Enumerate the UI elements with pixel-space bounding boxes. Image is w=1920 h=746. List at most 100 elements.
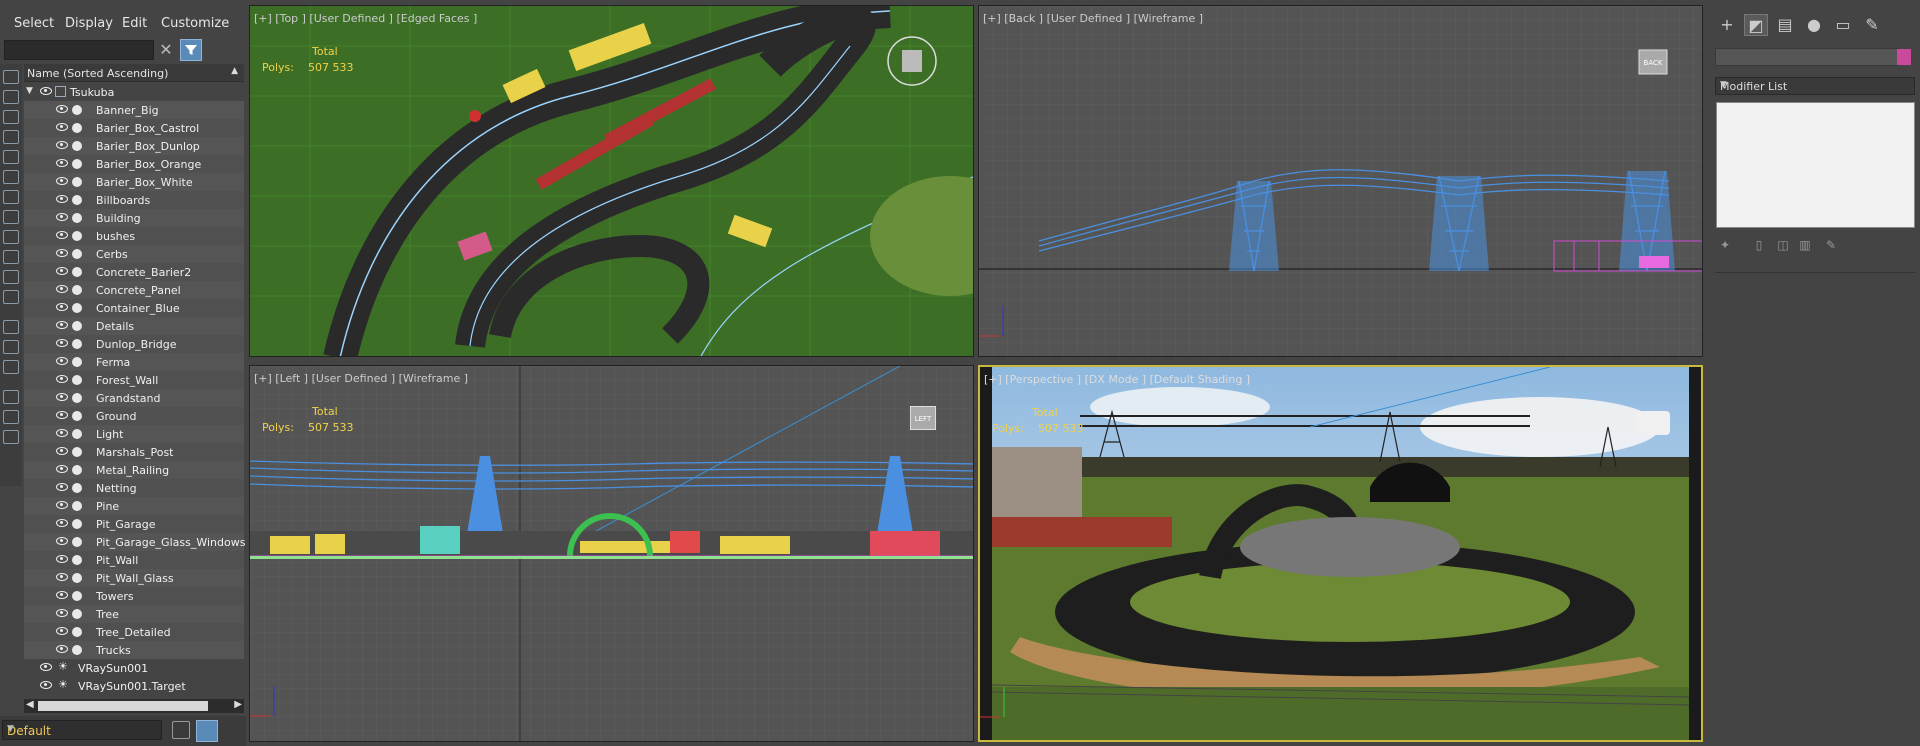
list-item[interactable]: Dunlop_Bridge xyxy=(24,335,244,353)
shapes-filter-icon[interactable] xyxy=(3,90,19,104)
list-item[interactable]: Concrete_Panel xyxy=(24,281,244,299)
motion-tab-icon[interactable]: ● xyxy=(1802,14,1826,36)
visibility-eye-icon[interactable] xyxy=(56,537,68,545)
xrefs-filter-icon[interactable] xyxy=(3,210,19,224)
visibility-eye-icon[interactable] xyxy=(56,429,68,437)
configure-modifier-sets-icon[interactable]: ✎ xyxy=(1823,238,1839,254)
visibility-eye-icon[interactable] xyxy=(56,411,68,419)
list-item[interactable]: Forest_Wall xyxy=(24,371,244,389)
viewport-perspective[interactable]: [+] [Perspective ] [DX Mode ] [Default S… xyxy=(978,365,1703,742)
visibility-eye-icon[interactable] xyxy=(56,519,68,527)
list-item[interactable]: Building xyxy=(24,209,244,227)
visibility-eye-icon[interactable] xyxy=(56,591,68,599)
visibility-eye-icon[interactable] xyxy=(56,393,68,401)
list-item[interactable]: Barier_Box_White xyxy=(24,173,244,191)
layers-icon[interactable] xyxy=(172,721,190,739)
visibility-eye-icon[interactable] xyxy=(56,447,68,455)
horizontal-scrollbar[interactable]: ◀ ▶ xyxy=(24,699,244,713)
visibility-eye-icon[interactable] xyxy=(56,231,68,239)
list-item[interactable]: Billboards xyxy=(24,191,244,209)
list-item[interactable]: Trucks xyxy=(24,641,244,659)
viewport-back[interactable]: [+] [Back ] [User Defined ] [Wireframe ]… xyxy=(978,5,1703,357)
list-item[interactable]: Pit_Wall xyxy=(24,551,244,569)
containers-filter-icon[interactable] xyxy=(3,250,19,264)
menu-select[interactable]: Select xyxy=(14,16,54,31)
object-color-swatch[interactable] xyxy=(1897,49,1911,65)
visibility-eye-icon[interactable] xyxy=(56,357,68,365)
visibility-eye-icon[interactable] xyxy=(56,177,68,185)
create-tab-icon[interactable]: + xyxy=(1715,14,1739,36)
visibility-eye-icon[interactable] xyxy=(56,645,68,653)
display-tab-icon[interactable]: ▭ xyxy=(1831,14,1855,36)
visibility-eye-icon[interactable] xyxy=(56,285,68,293)
scroll-left-icon[interactable]: ◀ xyxy=(26,699,34,710)
list-item[interactable]: Grandstand xyxy=(24,389,244,407)
list-item[interactable]: Tree_Detailed xyxy=(24,623,244,641)
list-column-header[interactable]: Name (Sorted Ascending) ▲ xyxy=(24,64,244,82)
layer-explorer-icon[interactable] xyxy=(3,430,19,444)
viewcube-back[interactable]: BACK xyxy=(1639,52,1667,74)
frozen-filter-icon[interactable] xyxy=(3,270,19,284)
visibility-eye-icon[interactable] xyxy=(56,213,68,221)
list-item[interactable]: Container_Blue xyxy=(24,299,244,317)
remove-modifier-icon[interactable]: ▥ xyxy=(1797,238,1813,254)
scrollbar-thumb[interactable] xyxy=(38,701,208,711)
visibility-eye-icon[interactable] xyxy=(56,159,68,167)
clear-search-icon[interactable]: ✕ xyxy=(157,40,175,60)
modifier-stack[interactable] xyxy=(1716,102,1915,228)
list-item[interactable]: Pine xyxy=(24,497,244,515)
visibility-eye-icon[interactable] xyxy=(40,681,52,689)
visibility-eye-icon[interactable] xyxy=(56,483,68,491)
viewcube-compass-icon[interactable] xyxy=(890,36,934,80)
hierarchy-tab-icon[interactable]: ▤ xyxy=(1773,14,1797,36)
visibility-eye-icon[interactable] xyxy=(56,141,68,149)
lights-filter-icon[interactable] xyxy=(3,110,19,124)
visibility-eye-icon[interactable] xyxy=(56,555,68,563)
menu-edit[interactable]: Edit xyxy=(122,16,147,31)
scroll-right-icon[interactable]: ▶ xyxy=(234,699,242,710)
list-item[interactable]: Light xyxy=(24,425,244,443)
viewport-left[interactable]: [+] [Left ] [User Defined ] [Wireframe ]… xyxy=(249,365,974,742)
selection-filter-icon[interactable] xyxy=(3,410,19,424)
cameras-filter-icon[interactable] xyxy=(3,130,19,144)
visibility-eye-icon[interactable] xyxy=(56,627,68,635)
viewport-label[interactable]: [+] [Top ] [User Defined ] [Edged Faces … xyxy=(254,12,477,25)
helpers-filter-icon[interactable] xyxy=(3,150,19,164)
viewport-label[interactable]: [+] [Back ] [User Defined ] [Wireframe ] xyxy=(983,12,1203,25)
filter-toggle-button[interactable] xyxy=(180,39,202,61)
visibility-eye-icon[interactable] xyxy=(56,249,68,257)
object-name-field[interactable] xyxy=(1715,48,1899,66)
menu-customize[interactable]: Customize xyxy=(161,16,229,31)
invert-display-icon[interactable] xyxy=(3,360,19,374)
list-item[interactable]: Marshals_Post xyxy=(24,443,244,461)
tree-root-row[interactable]: ▼ Tsukuba xyxy=(24,83,244,101)
make-unique-icon[interactable]: ◫ xyxy=(1775,238,1791,254)
filter-options-icon[interactable] xyxy=(3,390,19,404)
viewport-top[interactable]: [+] [Top ] [User Defined ] [Edged Faces … xyxy=(249,5,974,357)
visibility-eye-icon[interactable] xyxy=(56,501,68,509)
visibility-eye-icon[interactable] xyxy=(56,195,68,203)
visibility-eye-icon[interactable] xyxy=(56,105,68,113)
modifier-list-dropdown[interactable]: Modifier List ▼ xyxy=(1715,77,1915,95)
list-item[interactable]: Details xyxy=(24,317,244,335)
list-item[interactable]: Metal_Railing xyxy=(24,461,244,479)
list-item[interactable]: Barier_Box_Dunlop xyxy=(24,137,244,155)
visibility-eye-icon[interactable] xyxy=(56,465,68,473)
viewcube-left[interactable]: LEFT xyxy=(910,406,936,430)
visibility-eye-icon[interactable] xyxy=(56,609,68,617)
visibility-eye-icon[interactable] xyxy=(56,267,68,275)
visibility-eye-icon[interactable] xyxy=(56,321,68,329)
viewport-label[interactable]: [+] [Left ] [User Defined ] [Wireframe ] xyxy=(254,372,468,385)
list-item[interactable]: Netting xyxy=(24,479,244,497)
visibility-eye-icon[interactable] xyxy=(56,375,68,383)
list-item[interactable]: Barier_Box_Orange xyxy=(24,155,244,173)
list-item[interactable]: Concrete_Barier2 xyxy=(24,263,244,281)
layer-dropdown[interactable]: Default ▼ xyxy=(2,720,162,740)
menu-display[interactable]: Display xyxy=(65,16,113,31)
visibility-eye-icon[interactable] xyxy=(56,123,68,131)
groups-filter-icon[interactable] xyxy=(3,190,19,204)
list-item[interactable]: Cerbs xyxy=(24,245,244,263)
visibility-eye-icon[interactable] xyxy=(40,87,52,95)
geometry-filter-icon[interactable] xyxy=(3,70,19,84)
visibility-eye-icon[interactable] xyxy=(56,303,68,311)
